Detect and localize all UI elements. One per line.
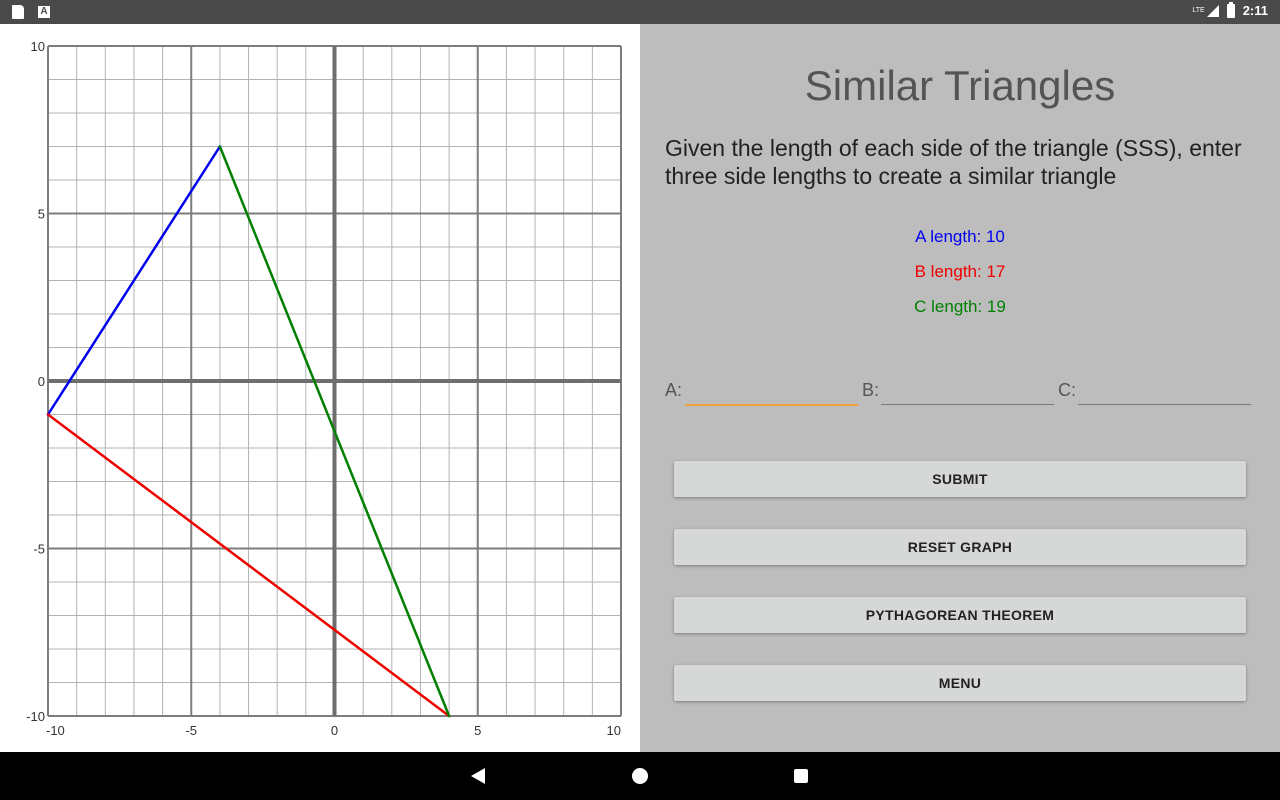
status-indicators: LTE 2:11: [1192, 1, 1268, 18]
status-bar: A LTE 2:11: [0, 0, 1280, 24]
controls-panel: Similar Triangles Given the length of ea…: [640, 24, 1280, 752]
side-a-length: A length: 10: [915, 227, 1005, 246]
home-icon[interactable]: [632, 768, 648, 784]
instructions-text: Given the length of each side of the tri…: [665, 135, 1242, 189]
x-tick-label: -5: [185, 723, 197, 738]
side-c-length: C length: 19: [914, 297, 1006, 316]
back-icon[interactable]: [471, 768, 485, 784]
font-notification-icon: A: [38, 6, 50, 18]
side-a-input[interactable]: [685, 376, 858, 406]
coordinate-graph[interactable]: -10 -5 0 5 10 10 5 0 -5 -10: [0, 24, 640, 752]
sd-card-icon: [12, 5, 24, 19]
y-tick-label: 10: [31, 39, 45, 54]
y-tick-label: -10: [26, 709, 45, 724]
side-b-label: B:: [862, 380, 880, 400]
page-title: Similar Triangles: [804, 62, 1116, 109]
side-b-input[interactable]: [881, 376, 1054, 405]
side-b-length: B length: 17: [914, 262, 1006, 281]
battery-icon: [1226, 1, 1235, 18]
signal-icon: [1206, 4, 1219, 17]
menu-button[interactable]: MENU: [674, 665, 1246, 701]
y-tick-label: 0: [38, 374, 45, 389]
navigation-bar: [0, 752, 1280, 800]
clock: 2:11: [1242, 3, 1268, 18]
recents-icon[interactable]: [794, 769, 808, 783]
x-tick-label: 5: [474, 723, 481, 738]
status-notifications: A: [12, 5, 50, 19]
x-tick-label: 10: [607, 723, 621, 738]
y-tick-label: 5: [38, 207, 45, 222]
lte-label: LTE: [1192, 6, 1205, 14]
side-c-input[interactable]: [1078, 376, 1251, 405]
pythagorean-theorem-button[interactable]: PYTHAGOREAN THEOREM: [674, 597, 1246, 633]
side-c-label: C:: [1058, 380, 1076, 400]
reset-graph-button[interactable]: RESET GRAPH: [674, 529, 1246, 565]
submit-button[interactable]: SUBMIT: [674, 461, 1246, 497]
graph-panel: -10 -5 0 5 10 10 5 0 -5 -10: [0, 24, 640, 752]
side-a-label: A:: [665, 380, 683, 400]
y-tick-label: -5: [33, 542, 45, 557]
x-tick-label: -10: [46, 723, 65, 738]
x-tick-label: 0: [331, 723, 338, 738]
